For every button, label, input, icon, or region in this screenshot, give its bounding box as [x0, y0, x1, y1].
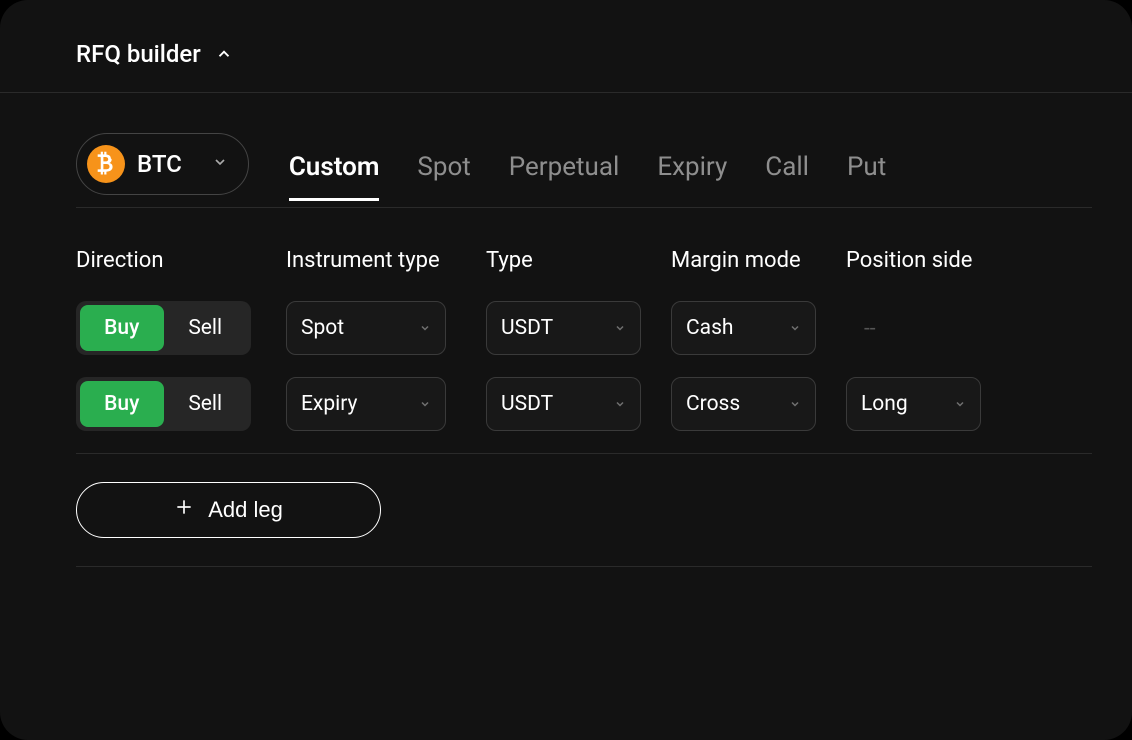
panel-content: BTC Custom Spot Perpetual Expiry Call Pu… — [0, 93, 1132, 567]
asset-selector[interactable]: BTC — [76, 133, 249, 195]
chevron-down-icon — [212, 154, 228, 174]
chevron-down-icon — [419, 392, 431, 416]
plus-icon — [174, 497, 194, 523]
table-row: Buy Sell Spot USDT — [76, 301, 1092, 355]
select-value: Long — [861, 392, 908, 416]
panel-header[interactable]: RFQ builder — [0, 0, 1132, 93]
header-instrument-type: Instrument type — [286, 248, 486, 273]
buy-button[interactable]: Buy — [80, 305, 164, 351]
chevron-up-icon — [215, 45, 233, 63]
legs-table: Direction Instrument type Type Margin mo… — [76, 248, 1092, 431]
tab-spot[interactable]: Spot — [417, 152, 470, 201]
select-value: Cash — [686, 316, 734, 340]
table-row: Buy Sell Expiry USDT — [76, 377, 1092, 431]
chevron-down-icon — [789, 316, 801, 340]
tab-put[interactable]: Put — [847, 152, 886, 201]
chevron-down-icon — [614, 392, 626, 416]
tab-call[interactable]: Call — [765, 152, 809, 201]
type-select[interactable]: USDT — [486, 377, 641, 431]
header-type: Type — [486, 248, 671, 273]
select-value: Spot — [301, 316, 344, 340]
tab-expiry[interactable]: Expiry — [657, 152, 727, 201]
tab-custom[interactable]: Custom — [289, 152, 380, 201]
add-leg-label: Add leg — [208, 497, 283, 523]
buy-button[interactable]: Buy — [80, 381, 164, 427]
instrument-type-select[interactable]: Expiry — [286, 377, 446, 431]
instrument-type-select[interactable]: Spot — [286, 301, 446, 355]
header-direction: Direction — [76, 248, 286, 273]
chevron-down-icon — [419, 316, 431, 340]
footer-area: Add leg — [76, 453, 1092, 567]
strategy-tabs: Custom Spot Perpetual Expiry Call Put — [289, 139, 886, 201]
top-row: BTC Custom Spot Perpetual Expiry Call Pu… — [76, 133, 1092, 208]
sell-button[interactable]: Sell — [164, 381, 248, 427]
bitcoin-icon — [87, 145, 125, 183]
margin-mode-select[interactable]: Cash — [671, 301, 816, 355]
tab-perpetual[interactable]: Perpetual — [509, 152, 620, 201]
select-value: Expiry — [301, 392, 358, 416]
table-header: Direction Instrument type Type Margin mo… — [76, 248, 1092, 273]
chevron-down-icon — [954, 392, 966, 416]
direction-toggle: Buy Sell — [76, 377, 251, 431]
panel-title: RFQ builder — [76, 40, 201, 68]
type-select[interactable]: USDT — [486, 301, 641, 355]
add-leg-button[interactable]: Add leg — [76, 482, 381, 538]
table-body: Buy Sell Spot USDT — [76, 301, 1092, 431]
sell-button[interactable]: Sell — [164, 305, 248, 351]
header-margin-mode: Margin mode — [671, 248, 846, 273]
position-side-select[interactable]: Long — [846, 377, 981, 431]
select-value: Cross — [686, 392, 740, 416]
direction-toggle: Buy Sell — [76, 301, 251, 355]
position-side-empty: -- — [846, 317, 876, 341]
rfq-builder-panel: RFQ builder BTC Custom Spot Perpet — [0, 0, 1132, 740]
header-position-side: Position side — [846, 248, 1006, 273]
select-value: USDT — [501, 392, 553, 416]
chevron-down-icon — [789, 392, 801, 416]
margin-mode-select[interactable]: Cross — [671, 377, 816, 431]
select-value: USDT — [501, 316, 553, 340]
asset-symbol: BTC — [137, 150, 182, 178]
chevron-down-icon — [614, 316, 626, 340]
